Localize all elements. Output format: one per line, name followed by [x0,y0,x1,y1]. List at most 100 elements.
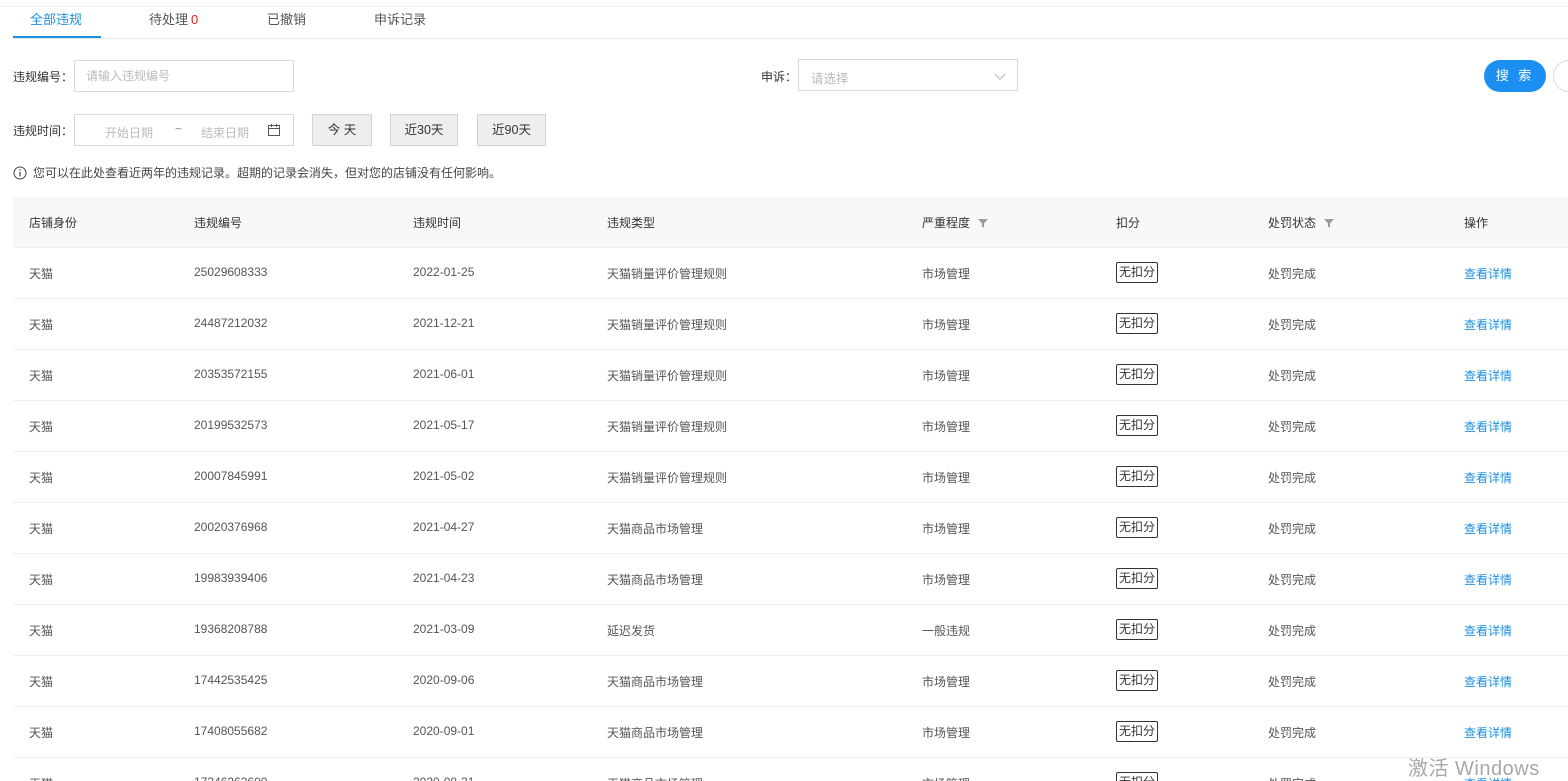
table-header: 店铺身份 违规编号 违规时间 违规类型 严重程度 扣分 处罚状态 操作 [13,197,1568,248]
table-row: 天猫 17442535425 2020-09-06 天猫商品市场管理 市场管理 无扣分 处罚… [13,656,1568,707]
notice-text: 您可以在此处查看近两年的违规记录。超期的记录会消失，但对您的店铺没有任何影响。 [33,166,502,180]
deduction-tag: 无扣分 [1116,772,1159,781]
windows-activation-watermark: 激活 Windows [1408,758,1540,780]
header-deduction: 扣分 [1116,216,1141,230]
cell-penalty-status: 处罚完成 [1268,420,1317,434]
cell-violation-type: 天猫销量评价管理规则 [607,420,728,434]
view-details-link[interactable]: 查看详情 [1464,367,1512,384]
header-shop-identity: 店铺身份 [29,216,78,230]
cell-penalty-status: 处罚完成 [1268,522,1317,536]
table-body: 天猫 25029608333 2022-01-25 天猫销量评价管理规则 市场管理 无扣分… [13,248,1568,781]
deduction-tag: 无扣分 [1116,721,1159,742]
view-details-link[interactable]: 查看详情 [1464,571,1512,588]
cell-violation-time: 2022-01-25 [413,265,475,279]
range-separator: ~ [175,122,183,136]
cell-violation-time: 2020-08-31 [413,775,474,781]
table-row: 天猫 20199532573 2021-05-17 天猫销量评价管理规则 市场管理 无扣分… [13,401,1568,452]
cell-violation-no: 20020376968 [194,520,268,534]
cell-violation-time: 2021-06-01 [413,367,475,381]
severity-filter-icon[interactable] [977,217,989,229]
deduction-tag: 无扣分 [1116,670,1159,691]
cell-severity: 市场管理 [922,420,971,434]
header-penalty-status: 处罚状态 [1268,214,1335,231]
cell-penalty-status: 处罚完成 [1268,675,1317,689]
violations-table: 店铺身份 违规编号 违规时间 违规类型 严重程度 扣分 处罚状态 操作 天猫 25… [13,197,1568,781]
cell-shop-identity: 天猫 [29,573,54,587]
cell-penalty-status: 处罚完成 [1268,267,1317,281]
table-row: 天猫 17346263600 2020-08-31 天猫商品市场管理 市场管理 无扣分 处罚… [13,758,1568,781]
tab-all-violations[interactable]: 全部违规 [30,9,82,28]
table-row: 天猫 24487212032 2021-12-21 天猫销量评价管理规则 市场管理 无扣分… [13,299,1568,350]
last-30-days-button[interactable]: 近30天 [390,114,458,146]
violation-no-input[interactable] [74,60,294,92]
appeal-select[interactable]: 请选择 [798,59,1018,91]
active-tab-indicator [13,36,101,38]
header-violation-no: 违规编号 [194,216,243,230]
header-violation-time: 违规时间 [413,216,462,230]
cell-shop-identity: 天猫 [29,267,54,281]
table-row: 天猫 20007845991 2021-05-02 天猫销量评价管理规则 市场管理 无扣分… [13,452,1568,503]
cell-shop-identity: 天猫 [29,318,54,332]
view-details-link[interactable]: 查看详情 [1464,418,1512,435]
tab-pending[interactable]: 待处理 0 [149,9,198,28]
end-date-placeholder: 结束日期 [201,126,250,140]
cell-violation-time: 2021-12-21 [413,316,475,330]
cell-severity: 市场管理 [922,267,971,281]
cell-violation-type: 天猫商品市场管理 [607,775,703,781]
table-row: 天猫 20020376968 2021-04-27 天猫商品市场管理 市场管理 无扣分 处罚… [13,503,1568,554]
last-90-days-button[interactable]: 近90天 [477,114,546,146]
view-details-link[interactable]: 查看详情 [1464,724,1512,741]
cell-shop-identity: 天猫 [29,522,54,536]
tab-revoked[interactable]: 已撤销 [267,9,306,28]
header-severity: 严重程度 [922,214,989,231]
start-date-placeholder: 开始日期 [105,126,154,140]
view-details-link[interactable]: 查看详情 [1464,265,1512,282]
deduction-tag: 无扣分 [1116,364,1159,385]
view-details-link[interactable]: 查看详情 [1464,622,1512,639]
chevron-down-icon [994,73,1006,80]
cell-severity: 市场管理 [922,471,971,485]
cell-violation-type: 天猫商品市场管理 [607,675,704,689]
cell-penalty-status: 处罚完成 [1268,369,1317,383]
cell-severity: 一般违规 [922,624,971,638]
cell-shop-identity: 天猫 [29,775,53,781]
cell-shop-identity: 天猫 [29,369,54,383]
today-button[interactable]: 今 天 [312,114,372,146]
cell-severity: 市场管理 [922,775,970,781]
violation-no-label: 违规编号： [13,70,74,84]
view-details-link[interactable]: 查看详情 [1464,469,1512,486]
cell-penalty-status: 处罚完成 [1268,573,1317,587]
cell-violation-no: 25029608333 [194,265,268,279]
date-range-picker[interactable]: 开始日期 ~ 结束日期 [74,114,294,146]
search-button[interactable]: 搜 索 [1484,60,1546,92]
reset-button[interactable] [1553,60,1568,92]
cell-severity: 市场管理 [922,522,971,536]
deduction-tag: 无扣分 [1116,466,1159,487]
header-violation-type: 违规类型 [607,216,656,230]
table-row: 天猫 19368208788 2021-03-09 延迟发货 一般违规 无扣分 处罚完成 查看… [13,605,1568,656]
cell-violation-time: 2021-03-09 [413,622,475,636]
cell-shop-identity: 天猫 [29,471,54,485]
view-details-link[interactable]: 查看详情 [1464,520,1512,537]
tab-appeal-records[interactable]: 申诉记录 [374,9,426,28]
table-row: 天猫 25029608333 2022-01-25 天猫销量评价管理规则 市场管理 无扣分… [13,248,1568,299]
view-details-link[interactable]: 查看详情 [1464,673,1512,690]
tab-bar: 全部违规 待处理 0 已撤销 申诉记录 [13,0,1568,39]
cell-severity: 市场管理 [922,369,971,383]
cell-violation-time: 2020-09-06 [413,673,475,687]
cell-severity: 市场管理 [922,726,971,740]
cell-violation-time: 2021-05-02 [413,469,475,483]
cell-violation-type: 延迟发货 [607,624,656,638]
cell-violation-no: 19368208788 [194,622,268,636]
cell-penalty-status: 处罚完成 [1268,471,1317,485]
pending-count: 0 [191,12,199,27]
cell-violation-type: 天猫商品市场管理 [607,726,704,740]
appeal-select-placeholder: 请选择 [811,72,849,86]
view-details-link[interactable]: 查看详情 [1464,316,1512,333]
cell-violation-time: 2021-05-17 [413,418,475,432]
cell-shop-identity: 天猫 [29,420,54,434]
cell-violation-no: 17408055682 [194,724,268,738]
cell-violation-time: 2021-04-27 [413,520,475,534]
status-filter-icon[interactable] [1323,217,1335,229]
table-row: 天猫 19983939406 2021-04-23 天猫商品市场管理 市场管理 无扣分 处罚… [13,554,1568,605]
